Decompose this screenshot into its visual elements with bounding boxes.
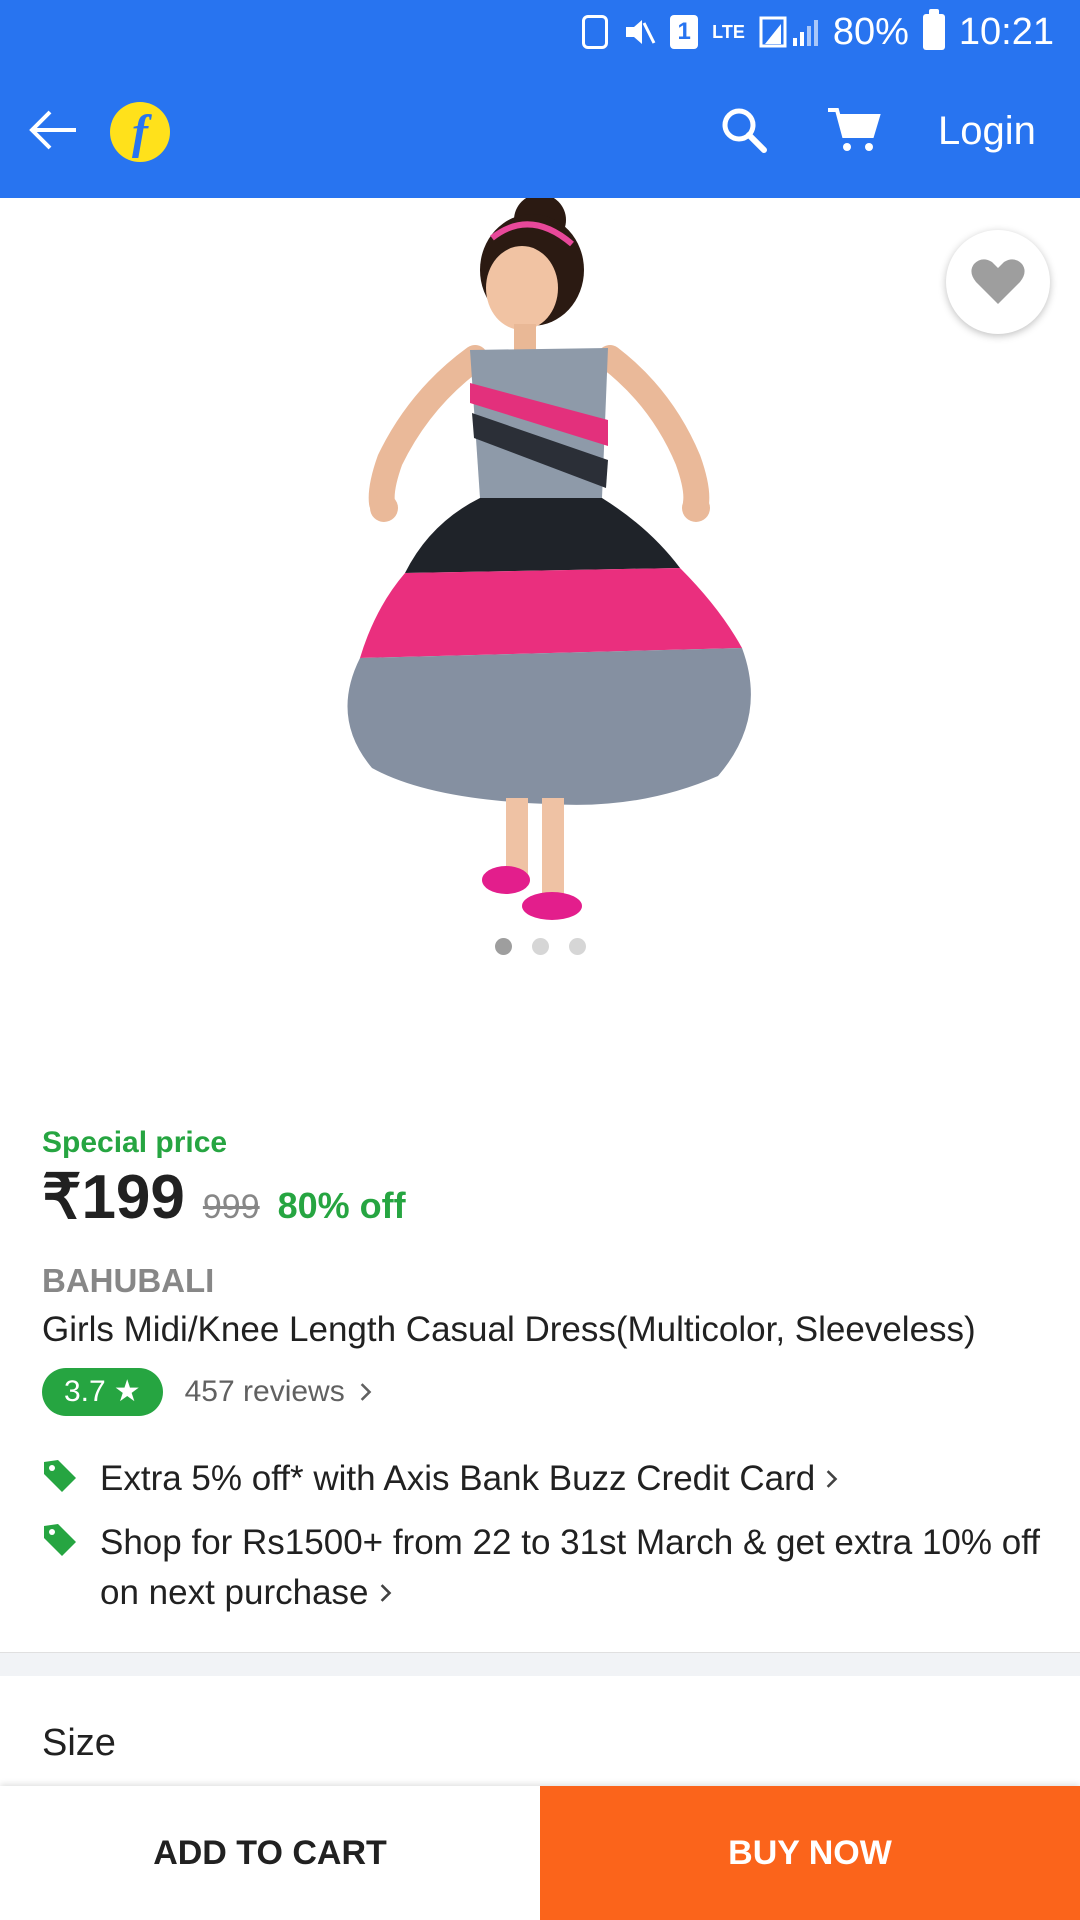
offer-text: Extra 5% off* with Axis Bank Buzz Credit… xyxy=(100,1454,1080,1504)
rating-badge: 3.7 ★ xyxy=(42,1368,163,1416)
chevron-right-icon xyxy=(380,1584,391,1602)
signal-strength-icon xyxy=(759,16,818,48)
battery-percent: 80% xyxy=(832,10,909,53)
bottom-action-bar: ADD TO CART BUY NOW xyxy=(0,1786,1080,1920)
chevron-right-icon xyxy=(826,1470,838,1488)
flipkart-logo[interactable]: f xyxy=(110,102,170,162)
clock: 10:21 xyxy=(958,10,1054,53)
network-type-label: LTE xyxy=(712,22,745,42)
rating-row[interactable]: 3.7 ★ 457 reviews xyxy=(42,1368,373,1416)
app-header: f Login xyxy=(0,64,1080,198)
cart-icon[interactable] xyxy=(826,104,882,156)
carousel-dot[interactable] xyxy=(494,938,512,955)
offer-text: Shop for Rs1500+ from 22 to 31st March &… xyxy=(100,1518,1080,1618)
price-row: ₹199 999 80% off xyxy=(42,1160,406,1240)
product-image[interactable] xyxy=(280,198,800,928)
offer-item[interactable]: Extra 5% off* with Axis Bank Buzz Credit… xyxy=(42,1454,838,1498)
offer-description: Extra 5% off* with Axis Bank Buzz Credit… xyxy=(100,1459,816,1498)
power-saving-icon xyxy=(582,15,609,49)
chevron-right-icon xyxy=(360,1383,372,1401)
star-icon: ★ xyxy=(113,1375,141,1408)
heart-icon xyxy=(971,259,1025,304)
logo-glyph: f xyxy=(132,106,148,159)
reviews-count: 457 reviews xyxy=(184,1375,345,1408)
size-section-title: Size xyxy=(42,1722,116,1764)
carousel-dot[interactable] xyxy=(531,938,549,955)
discount-label: 80% off xyxy=(277,1185,406,1226)
status-icons: 1 LTE 80% 10:21 xyxy=(582,8,1054,56)
mute-icon xyxy=(626,20,656,44)
offer-item[interactable]: Shop for Rs1500+ from 22 to 31st March &… xyxy=(42,1518,1040,1612)
back-arrow-icon[interactable] xyxy=(26,102,82,158)
reviews-link[interactable]: 457 reviews xyxy=(185,1375,373,1409)
add-to-cart-button[interactable]: ADD TO CART xyxy=(0,1786,540,1920)
buy-now-button[interactable]: BUY NOW xyxy=(540,1786,1080,1920)
rating-value: 3.7 xyxy=(64,1375,106,1408)
product-title: Girls Midi/Knee Length Casual Dress(Mult… xyxy=(42,1310,976,1349)
brand-name: BAHUBALI xyxy=(42,1262,215,1299)
sim-slot-icon: 1 xyxy=(670,15,699,49)
battery-icon xyxy=(922,9,945,50)
wishlist-button[interactable] xyxy=(946,230,1050,334)
tag-icon xyxy=(44,1524,76,1556)
login-button[interactable]: Login xyxy=(938,104,1036,158)
search-icon[interactable] xyxy=(718,104,770,156)
tag-icon xyxy=(44,1460,76,1492)
status-bar: 1 LTE 80% 10:21 xyxy=(0,0,1080,64)
image-carousel-indicator xyxy=(0,938,1080,956)
section-divider xyxy=(0,1652,1080,1676)
original-price: 999 xyxy=(202,1188,260,1226)
carousel-dot[interactable] xyxy=(568,938,586,955)
selling-price: ₹199 xyxy=(42,1163,185,1232)
special-price-label: Special price xyxy=(42,1126,228,1159)
offer-description: Shop for Rs1500+ from 22 to 31st March &… xyxy=(100,1523,1041,1612)
